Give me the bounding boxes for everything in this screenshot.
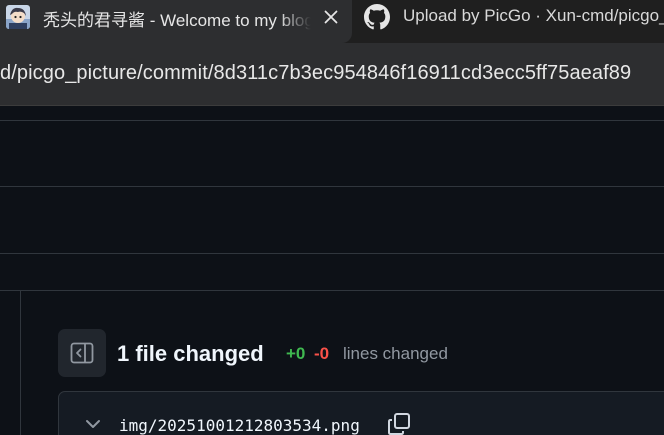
close-tab-button[interactable] bbox=[321, 7, 341, 27]
tab-blog[interactable]: 秃头的君寻酱 - Welcome to my blog bbox=[0, 0, 352, 43]
sidebar-toggle-icon bbox=[70, 342, 94, 364]
divider bbox=[0, 290, 664, 291]
tab-github-commit[interactable]: Upload by PicGo · Xun-cmd/picgo_picture bbox=[352, 0, 664, 43]
divider bbox=[0, 120, 664, 121]
vertical-divider bbox=[20, 291, 21, 435]
tab-title: Upload by PicGo · Xun-cmd/picgo_picture bbox=[403, 6, 664, 25]
lines-changed-label: lines changed bbox=[343, 344, 448, 363]
file-name-link[interactable]: img/20251001212803534.png bbox=[119, 416, 360, 435]
chevron-down-icon[interactable] bbox=[82, 413, 104, 435]
deletions-count: -0 bbox=[314, 344, 330, 363]
browser-tab-strip: 秃头的君寻酱 - Welcome to my blog Upload by Pi… bbox=[0, 0, 664, 43]
url-text: d/picgo_picture/commit/8d311c7b3ec954846… bbox=[0, 62, 632, 84]
files-changed-count: 1 file changed bbox=[117, 341, 264, 366]
divider bbox=[0, 253, 664, 254]
avatar-favicon-icon bbox=[6, 5, 30, 29]
github-icon bbox=[364, 4, 390, 30]
divider bbox=[0, 186, 664, 187]
toggle-file-tree-button[interactable] bbox=[58, 329, 106, 377]
close-icon bbox=[324, 10, 338, 24]
commit-page bbox=[0, 107, 664, 435]
copy-icon[interactable] bbox=[386, 411, 412, 435]
additions-count: +0 bbox=[286, 344, 306, 363]
tab-title: 秃头的君寻酱 - Welcome to my blog bbox=[43, 11, 311, 30]
